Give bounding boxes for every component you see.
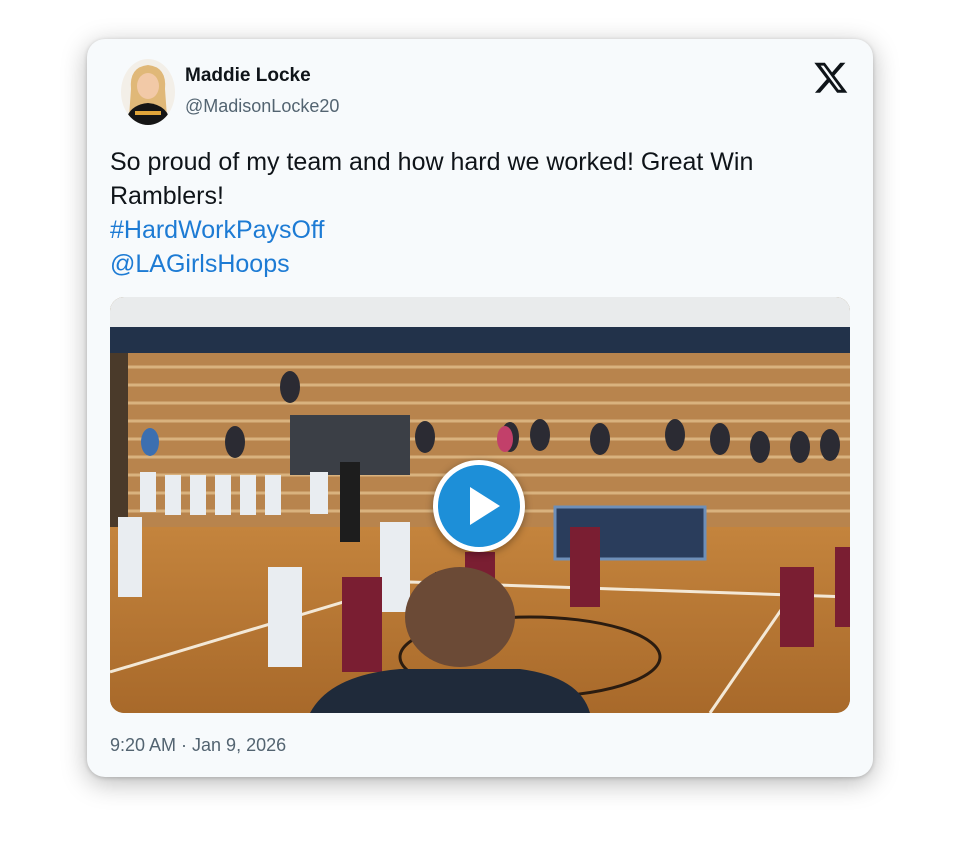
play-button[interactable] <box>433 460 525 552</box>
display-name[interactable]: Maddie Locke <box>185 65 311 87</box>
x-logo-icon[interactable] <box>813 59 849 95</box>
avatar[interactable] <box>121 59 175 125</box>
tweet-body: So proud of my team and how hard we work… <box>110 148 754 210</box>
play-icon <box>470 487 500 525</box>
tweet-timestamp[interactable]: 9:20 AM · Jan 9, 2026 <box>110 735 286 756</box>
tweet-card: Maddie Locke @MadisonLocke20 So proud of… <box>87 39 873 777</box>
tweet-text: So proud of my team and how hard we work… <box>110 145 850 281</box>
mention-link[interactable]: @LAGirlsHoops <box>110 247 850 281</box>
hashtag-link[interactable]: #HardWorkPaysOff <box>110 213 850 247</box>
user-handle[interactable]: @MadisonLocke20 <box>185 96 339 117</box>
video-thumbnail[interactable] <box>110 297 850 713</box>
